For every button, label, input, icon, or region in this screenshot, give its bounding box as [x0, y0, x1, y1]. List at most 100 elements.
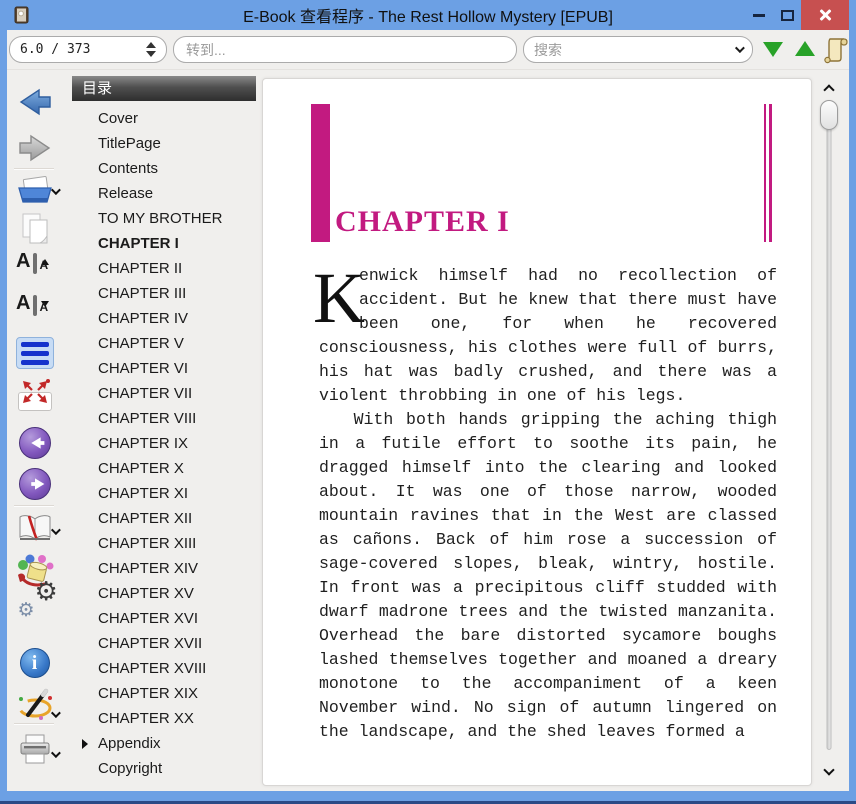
chevron-down-icon[interactable]	[734, 43, 745, 54]
toc-item[interactable]: TO MY BROTHER	[62, 206, 258, 231]
font-decrease-button[interactable]: AA	[16, 292, 49, 316]
toc-item[interactable]: CHAPTER VI	[62, 356, 258, 381]
previous-page-icon	[18, 427, 51, 459]
toc-item[interactable]: CHAPTER XV	[62, 581, 258, 606]
print-menu-chevron-icon[interactable]	[50, 745, 61, 763]
next-page-button[interactable]	[18, 468, 51, 500]
scroll-up-icon[interactable]	[823, 84, 835, 96]
toolbar: 6.0 / 373	[7, 30, 849, 70]
toc-list: Cover TitlePage Contents Release TO MY BROTH…	[62, 106, 258, 791]
book-page: CHAPTER I Kenwick himself had no recolle…	[262, 78, 812, 786]
toc-item[interactable]: CHAPTER I	[62, 231, 258, 256]
toc-item[interactable]: CHAPTER XI	[62, 481, 258, 506]
expander-arrow-icon[interactable]	[82, 739, 88, 749]
paragraph: Kenwick himself had no recollection of a…	[313, 258, 777, 405]
print-button[interactable]	[17, 733, 53, 770]
window-bottom-border	[0, 791, 856, 804]
line-spacing-icon	[15, 337, 54, 369]
toc-item[interactable]: CHAPTER III	[62, 281, 258, 306]
line-spacing-button[interactable]	[15, 337, 54, 369]
search-prev-button[interactable]	[795, 41, 815, 56]
magic-wand-icon	[18, 689, 52, 720]
toc-item[interactable]: CHAPTER XIX	[62, 681, 258, 706]
printer-icon	[20, 734, 49, 764]
toc-item[interactable]: CHAPTER X	[62, 456, 258, 481]
toc-item[interactable]: CHAPTER V	[62, 331, 258, 356]
wand-menu-chevron-icon[interactable]	[50, 705, 61, 723]
copy-pages-button[interactable]	[20, 212, 50, 251]
fit-screen-icon	[17, 379, 52, 411]
toc-item[interactable]: CHAPTER XX	[62, 706, 258, 731]
toc-item[interactable]: Copyright	[62, 756, 258, 781]
vertical-scrollbar[interactable]	[815, 78, 843, 786]
goto-input[interactable]	[173, 36, 517, 63]
toc-item[interactable]: CHAPTER IV	[62, 306, 258, 331]
drop-cap: K	[313, 258, 365, 338]
toc-item[interactable]: CHAPTER IX	[62, 431, 258, 456]
page-spinner[interactable]: 6.0 / 373	[9, 36, 167, 63]
info-button[interactable]: i	[19, 648, 50, 678]
toc-item[interactable]: CHAPTER XVII	[62, 631, 258, 656]
close-icon	[818, 8, 832, 22]
magic-wand-button[interactable]	[16, 686, 54, 727]
bookmarks-book-icon	[19, 515, 50, 541]
next-page-icon	[18, 468, 51, 500]
previous-page-button[interactable]	[18, 427, 51, 459]
info-icon: i	[19, 648, 50, 678]
maximize-icon	[780, 9, 794, 21]
forward-button[interactable]	[18, 133, 52, 168]
side-toolbar: AA AA ⚙ ⚙ i	[7, 70, 62, 791]
toc-item[interactable]: CHAPTER XVI	[62, 606, 258, 631]
chapter-title: CHAPTER I	[335, 205, 510, 238]
spinner-arrows-icon[interactable]	[146, 42, 156, 57]
copy-pages-icon	[22, 213, 47, 244]
open-book-icon	[17, 176, 52, 203]
maximize-button[interactable]	[773, 0, 801, 30]
search-next-button[interactable]	[763, 42, 783, 57]
bookmarks-button[interactable]	[16, 513, 54, 548]
font-increase-button[interactable]: AA	[16, 250, 49, 274]
toc-item[interactable]: CHAPTER XVIII	[62, 656, 258, 681]
reader-area: CHAPTER I Kenwick himself had no recolle…	[258, 70, 849, 791]
back-button[interactable]	[18, 87, 52, 122]
titlebar: E-Book 查看程序 - The Rest Hollow Mystery [E…	[0, 0, 856, 30]
font-increase-icon: AA	[16, 250, 49, 274]
scroll-parchment-icon[interactable]	[821, 35, 849, 65]
forward-icon	[18, 134, 50, 162]
main-area: AA AA ⚙ ⚙ i 目录 Cover TitlePage Contents …	[7, 70, 849, 791]
app-book-icon	[12, 5, 32, 25]
toc-item[interactable]: Appendix	[62, 731, 258, 756]
toc-item[interactable]: CHAPTER XII	[62, 506, 258, 531]
toc-item[interactable]: Cover	[62, 106, 258, 131]
font-decrease-icon: AA	[16, 292, 49, 316]
toc-item[interactable]: CHAPTER XIV	[62, 556, 258, 581]
window-title: E-Book 查看程序 - The Rest Hollow Mystery [E…	[243, 9, 613, 26]
toc-item[interactable]: Contents	[62, 156, 258, 181]
open-book-button[interactable]	[16, 174, 54, 211]
minimize-button[interactable]	[745, 0, 773, 30]
fit-screen-button[interactable]	[17, 378, 52, 411]
toc-header: 目录	[72, 76, 256, 101]
toc-item[interactable]: CHAPTER II	[62, 256, 258, 281]
close-button[interactable]	[801, 0, 849, 30]
toc-item[interactable]: CHAPTER VIII	[62, 406, 258, 431]
bookmarks-menu-chevron-icon[interactable]	[50, 522, 61, 540]
page-indicator: 6.0 / 373	[20, 42, 91, 57]
toc-item[interactable]: CHAPTER VII	[62, 381, 258, 406]
search-combobox[interactable]	[523, 36, 753, 63]
toc-item[interactable]: Release	[62, 181, 258, 206]
toc-item[interactable]: TitlePage	[62, 131, 258, 156]
back-icon	[19, 88, 51, 116]
app-window: E-Book 查看程序 - The Rest Hollow Mystery [E…	[0, 0, 856, 804]
chapter-ornament-lines	[764, 104, 772, 242]
scroll-down-icon[interactable]	[823, 764, 835, 776]
divider	[14, 723, 54, 725]
chapter-ornament-bar	[311, 104, 330, 242]
open-menu-chevron-icon[interactable]	[50, 182, 61, 200]
scrollbar-track[interactable]	[826, 102, 832, 750]
minimize-icon	[753, 13, 765, 17]
scrollbar-thumb[interactable]	[820, 100, 838, 130]
toc-item[interactable]: CHAPTER XIII	[62, 531, 258, 556]
toc-panel: 目录 Cover TitlePage Contents Release TO MY BR…	[62, 70, 258, 791]
search-input[interactable]	[534, 41, 735, 58]
